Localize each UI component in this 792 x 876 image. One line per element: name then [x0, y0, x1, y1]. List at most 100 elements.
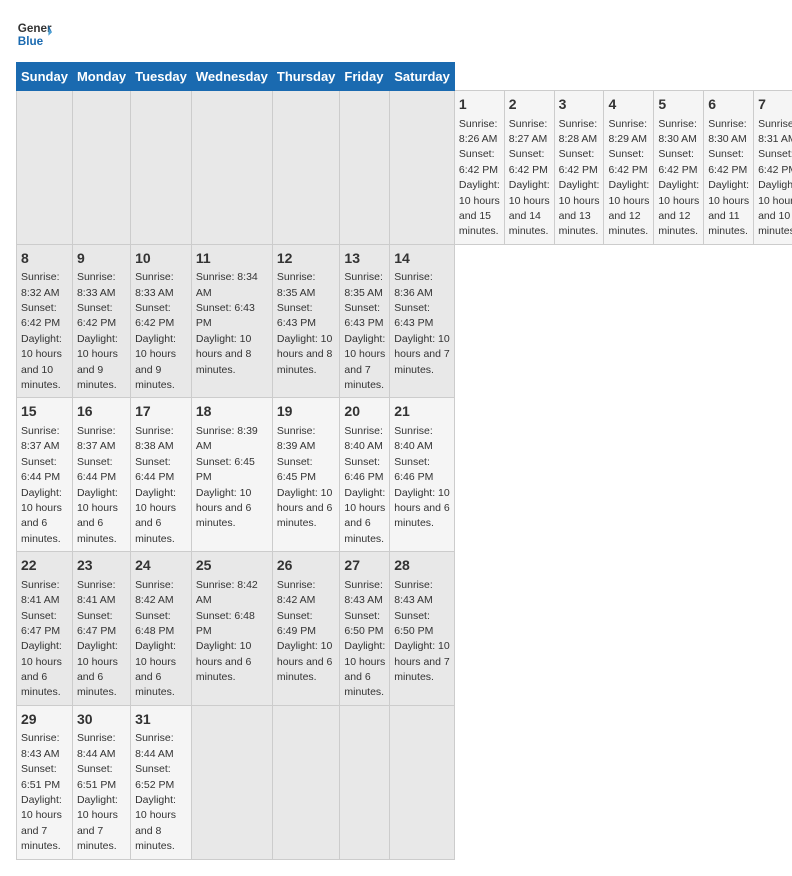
- sunset: Sunset: 6:44 PM: [135, 456, 174, 483]
- day-number: 14: [394, 249, 450, 269]
- daylight: Daylight: 10 hours and 7 minutes.: [21, 794, 62, 852]
- sunrise: Sunrise: 8:43 AM: [394, 579, 433, 606]
- day-number: 1: [459, 95, 500, 115]
- sunrise: Sunrise: 8:29 AM: [608, 118, 647, 145]
- calendar-cell: 6 Sunrise: 8:30 AM Sunset: 6:42 PM Dayli…: [704, 91, 754, 245]
- sunrise: Sunrise: 8:38 AM: [135, 425, 174, 452]
- sunset: Sunset: 6:43 PM: [196, 302, 255, 329]
- calendar-cell: [340, 91, 390, 245]
- day-number: 27: [344, 556, 385, 576]
- day-number: 26: [277, 556, 336, 576]
- sunrise: Sunrise: 8:36 AM: [394, 271, 433, 298]
- calendar-cell: 20 Sunrise: 8:40 AM Sunset: 6:46 PM Dayl…: [340, 398, 390, 552]
- calendar-cell: 19 Sunrise: 8:39 AM Sunset: 6:45 PM Dayl…: [272, 398, 340, 552]
- daylight: Daylight: 10 hours and 13 minutes.: [559, 179, 600, 237]
- daylight: Daylight: 10 hours and 7 minutes.: [344, 333, 385, 391]
- sunset: Sunset: 6:45 PM: [196, 456, 255, 483]
- calendar-cell: 31 Sunrise: 8:44 AM Sunset: 6:52 PM Dayl…: [131, 705, 192, 859]
- day-number: 18: [196, 402, 268, 422]
- daylight: Daylight: 10 hours and 6 minutes.: [77, 487, 118, 545]
- daylight: Daylight: 10 hours and 7 minutes.: [394, 333, 449, 376]
- calendar-cell: 30 Sunrise: 8:44 AM Sunset: 6:51 PM Dayl…: [72, 705, 130, 859]
- calendar-cell: 24 Sunrise: 8:42 AM Sunset: 6:48 PM Dayl…: [131, 552, 192, 706]
- day-number: 4: [608, 95, 649, 115]
- calendar-cell: 26 Sunrise: 8:42 AM Sunset: 6:49 PM Dayl…: [272, 552, 340, 706]
- column-header-tuesday: Tuesday: [131, 63, 192, 91]
- daylight: Daylight: 10 hours and 6 minutes.: [77, 640, 118, 698]
- logo-icon: General Blue: [16, 16, 52, 52]
- calendar-cell: [390, 91, 455, 245]
- day-number: 25: [196, 556, 268, 576]
- daylight: Daylight: 10 hours and 6 minutes.: [196, 640, 251, 683]
- logo: General Blue: [16, 16, 52, 52]
- sunrise: Sunrise: 8:37 AM: [77, 425, 116, 452]
- sunrise: Sunrise: 8:41 AM: [21, 579, 60, 606]
- calendar-cell: 21 Sunrise: 8:40 AM Sunset: 6:46 PM Dayl…: [390, 398, 455, 552]
- calendar-cell: 13 Sunrise: 8:35 AM Sunset: 6:43 PM Dayl…: [340, 244, 390, 398]
- day-number: 15: [21, 402, 68, 422]
- calendar-table: SundayMondayTuesdayWednesdayThursdayFrid…: [16, 62, 792, 860]
- sunset: Sunset: 6:48 PM: [135, 610, 174, 637]
- sunrise: Sunrise: 8:42 AM: [277, 579, 316, 606]
- day-number: 16: [77, 402, 126, 422]
- calendar-cell: [340, 705, 390, 859]
- sunset: Sunset: 6:42 PM: [21, 302, 60, 329]
- day-number: 10: [135, 249, 187, 269]
- sunrise: Sunrise: 8:44 AM: [135, 732, 174, 759]
- sunset: Sunset: 6:46 PM: [344, 456, 383, 483]
- sunset: Sunset: 6:52 PM: [135, 763, 174, 790]
- sunrise: Sunrise: 8:39 AM: [196, 425, 258, 452]
- calendar-cell: 28 Sunrise: 8:43 AM Sunset: 6:50 PM Dayl…: [390, 552, 455, 706]
- calendar-week-2: 8 Sunrise: 8:32 AM Sunset: 6:42 PM Dayli…: [17, 244, 792, 398]
- sunrise: Sunrise: 8:28 AM: [559, 118, 598, 145]
- daylight: Daylight: 10 hours and 15 minutes.: [459, 179, 500, 237]
- daylight: Daylight: 10 hours and 7 minutes.: [77, 794, 118, 852]
- daylight: Daylight: 10 hours and 6 minutes.: [394, 487, 449, 530]
- page-header: General Blue: [16, 16, 776, 52]
- daylight: Daylight: 10 hours and 11 minutes.: [708, 179, 749, 237]
- sunrise: Sunrise: 8:33 AM: [77, 271, 116, 298]
- column-header-friday: Friday: [340, 63, 390, 91]
- calendar-cell: [191, 705, 272, 859]
- sunset: Sunset: 6:46 PM: [394, 456, 433, 483]
- sunset: Sunset: 6:45 PM: [277, 456, 316, 483]
- daylight: Daylight: 10 hours and 6 minutes.: [135, 640, 176, 698]
- sunset: Sunset: 6:47 PM: [21, 610, 60, 637]
- sunset: Sunset: 6:42 PM: [459, 148, 498, 175]
- sunset: Sunset: 6:50 PM: [344, 610, 383, 637]
- day-number: 21: [394, 402, 450, 422]
- daylight: Daylight: 10 hours and 9 minutes.: [77, 333, 118, 391]
- daylight: Daylight: 10 hours and 14 minutes.: [509, 179, 550, 237]
- column-header-saturday: Saturday: [390, 63, 455, 91]
- daylight: Daylight: 10 hours and 6 minutes.: [344, 640, 385, 698]
- sunset: Sunset: 6:42 PM: [135, 302, 174, 329]
- sunrise: Sunrise: 8:40 AM: [344, 425, 383, 452]
- daylight: Daylight: 10 hours and 10 minutes.: [758, 179, 792, 237]
- calendar-cell: 4 Sunrise: 8:29 AM Sunset: 6:42 PM Dayli…: [604, 91, 654, 245]
- sunset: Sunset: 6:42 PM: [708, 148, 747, 175]
- calendar-week-5: 29 Sunrise: 8:43 AM Sunset: 6:51 PM Dayl…: [17, 705, 792, 859]
- calendar-cell: 17 Sunrise: 8:38 AM Sunset: 6:44 PM Dayl…: [131, 398, 192, 552]
- column-header-monday: Monday: [72, 63, 130, 91]
- sunrise: Sunrise: 8:42 AM: [135, 579, 174, 606]
- calendar-cell: 3 Sunrise: 8:28 AM Sunset: 6:42 PM Dayli…: [554, 91, 604, 245]
- sunset: Sunset: 6:50 PM: [394, 610, 433, 637]
- daylight: Daylight: 10 hours and 8 minutes.: [196, 333, 251, 376]
- calendar-cell: [17, 91, 73, 245]
- calendar-cell: 29 Sunrise: 8:43 AM Sunset: 6:51 PM Dayl…: [17, 705, 73, 859]
- sunset: Sunset: 6:43 PM: [344, 302, 383, 329]
- daylight: Daylight: 10 hours and 6 minutes.: [21, 640, 62, 698]
- calendar-cell: [272, 91, 340, 245]
- day-number: 11: [196, 249, 268, 269]
- calendar-cell: 5 Sunrise: 8:30 AM Sunset: 6:42 PM Dayli…: [654, 91, 704, 245]
- daylight: Daylight: 10 hours and 6 minutes.: [344, 487, 385, 545]
- calendar-cell: 27 Sunrise: 8:43 AM Sunset: 6:50 PM Dayl…: [340, 552, 390, 706]
- daylight: Daylight: 10 hours and 12 minutes.: [608, 179, 649, 237]
- sunrise: Sunrise: 8:34 AM: [196, 271, 258, 298]
- calendar-cell: [131, 91, 192, 245]
- sunset: Sunset: 6:42 PM: [658, 148, 697, 175]
- calendar-week-1: 1 Sunrise: 8:26 AM Sunset: 6:42 PM Dayli…: [17, 91, 792, 245]
- calendar-cell: 9 Sunrise: 8:33 AM Sunset: 6:42 PM Dayli…: [72, 244, 130, 398]
- daylight: Daylight: 10 hours and 8 minutes.: [277, 333, 332, 376]
- day-number: 24: [135, 556, 187, 576]
